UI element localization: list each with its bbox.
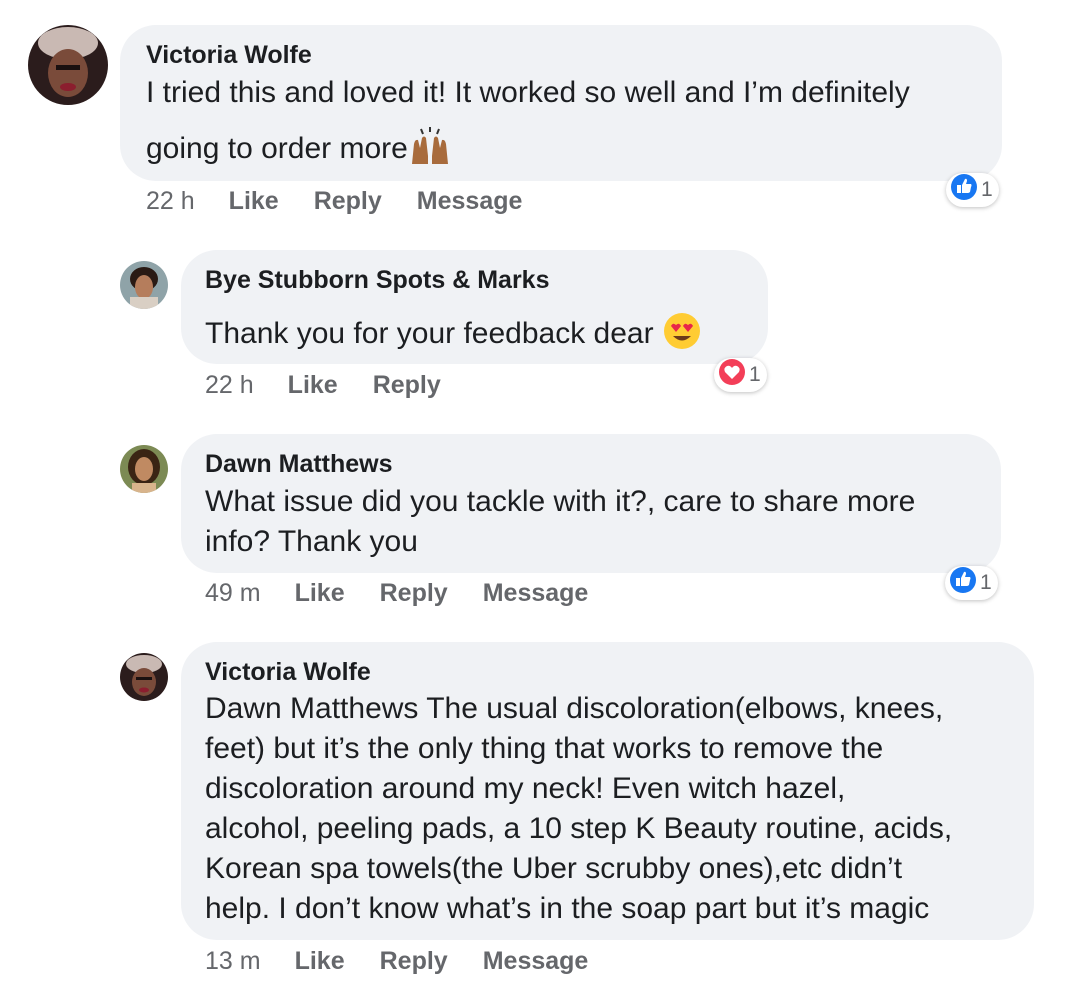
- avatar[interactable]: [120, 261, 168, 309]
- heart-eyes-icon: [662, 311, 702, 359]
- like-button[interactable]: Like: [295, 579, 345, 608]
- comment-author[interactable]: Victoria Wolfe: [205, 658, 371, 687]
- comment-actions: 22 h Like Reply: [205, 371, 441, 400]
- reaction-count-label: 1: [749, 363, 761, 386]
- comment-actions: 22 h Like Reply Message: [146, 187, 522, 216]
- message-button[interactable]: Message: [417, 187, 523, 216]
- reaction-count[interactable]: 1: [714, 358, 767, 392]
- comment-text-line: What issue did you tackle with it?, care…: [205, 485, 916, 518]
- comment-text-segment: Thank you for your feedback dear: [205, 316, 654, 350]
- comment-author[interactable]: Dawn Matthews: [205, 450, 393, 479]
- comment-text-line: help. I don’t know what’s in the soap pa…: [205, 892, 930, 925]
- comment-author[interactable]: Bye Stubborn Spots & Marks: [205, 266, 550, 295]
- like-button[interactable]: Like: [288, 371, 338, 400]
- reply-button[interactable]: Reply: [373, 371, 441, 400]
- reaction-count[interactable]: 1: [946, 173, 999, 207]
- like-reaction-icon: [949, 566, 977, 600]
- reaction-count-label: 1: [981, 178, 993, 201]
- comment-text-line: Dawn Matthews The usual discoloration(el…: [205, 692, 944, 725]
- comment-text-line: Korean spa towels(the Uber scrubby ones)…: [205, 852, 903, 885]
- avatar[interactable]: [28, 25, 108, 105]
- comment-text-line: info? Thank you: [205, 525, 418, 558]
- comment-text-line: Thank you for your feedback dear: [205, 311, 702, 359]
- reaction-count[interactable]: 1: [945, 566, 998, 600]
- comment-text-line: going to order more: [146, 126, 452, 174]
- comment-timestamp[interactable]: 49 m: [205, 579, 261, 608]
- raising-hands-icon: [408, 126, 452, 174]
- like-reaction-icon: [950, 173, 978, 207]
- comment-timestamp[interactable]: 22 h: [205, 371, 254, 400]
- like-button[interactable]: Like: [295, 947, 345, 976]
- comment-actions: 49 m Like Reply Message: [205, 579, 588, 608]
- reply-button[interactable]: Reply: [380, 947, 448, 976]
- comment-text-line: I tried this and loved it! It worked so …: [146, 76, 910, 109]
- comment-text-line: feet) but it’s the only thing that works…: [205, 732, 884, 765]
- comment-timestamp[interactable]: 22 h: [146, 187, 195, 216]
- comment-timestamp[interactable]: 13 m: [205, 947, 261, 976]
- like-button[interactable]: Like: [229, 187, 279, 216]
- reply-button[interactable]: Reply: [314, 187, 382, 216]
- comment-text-segment: going to order more: [146, 131, 408, 165]
- message-button[interactable]: Message: [483, 579, 589, 608]
- message-button[interactable]: Message: [483, 947, 589, 976]
- comment-text-line: alcohol, peeling pads, a 10 step K Beaut…: [205, 812, 953, 845]
- avatar[interactable]: [120, 445, 168, 493]
- comment-text-line: discoloration around my neck! Even witch…: [205, 772, 846, 805]
- comment-actions: 13 m Like Reply Message: [205, 947, 588, 976]
- reaction-count-label: 1: [980, 571, 992, 594]
- reply-button[interactable]: Reply: [380, 579, 448, 608]
- avatar[interactable]: [120, 653, 168, 701]
- love-reaction-icon: [718, 358, 746, 392]
- comment-author[interactable]: Victoria Wolfe: [146, 41, 312, 70]
